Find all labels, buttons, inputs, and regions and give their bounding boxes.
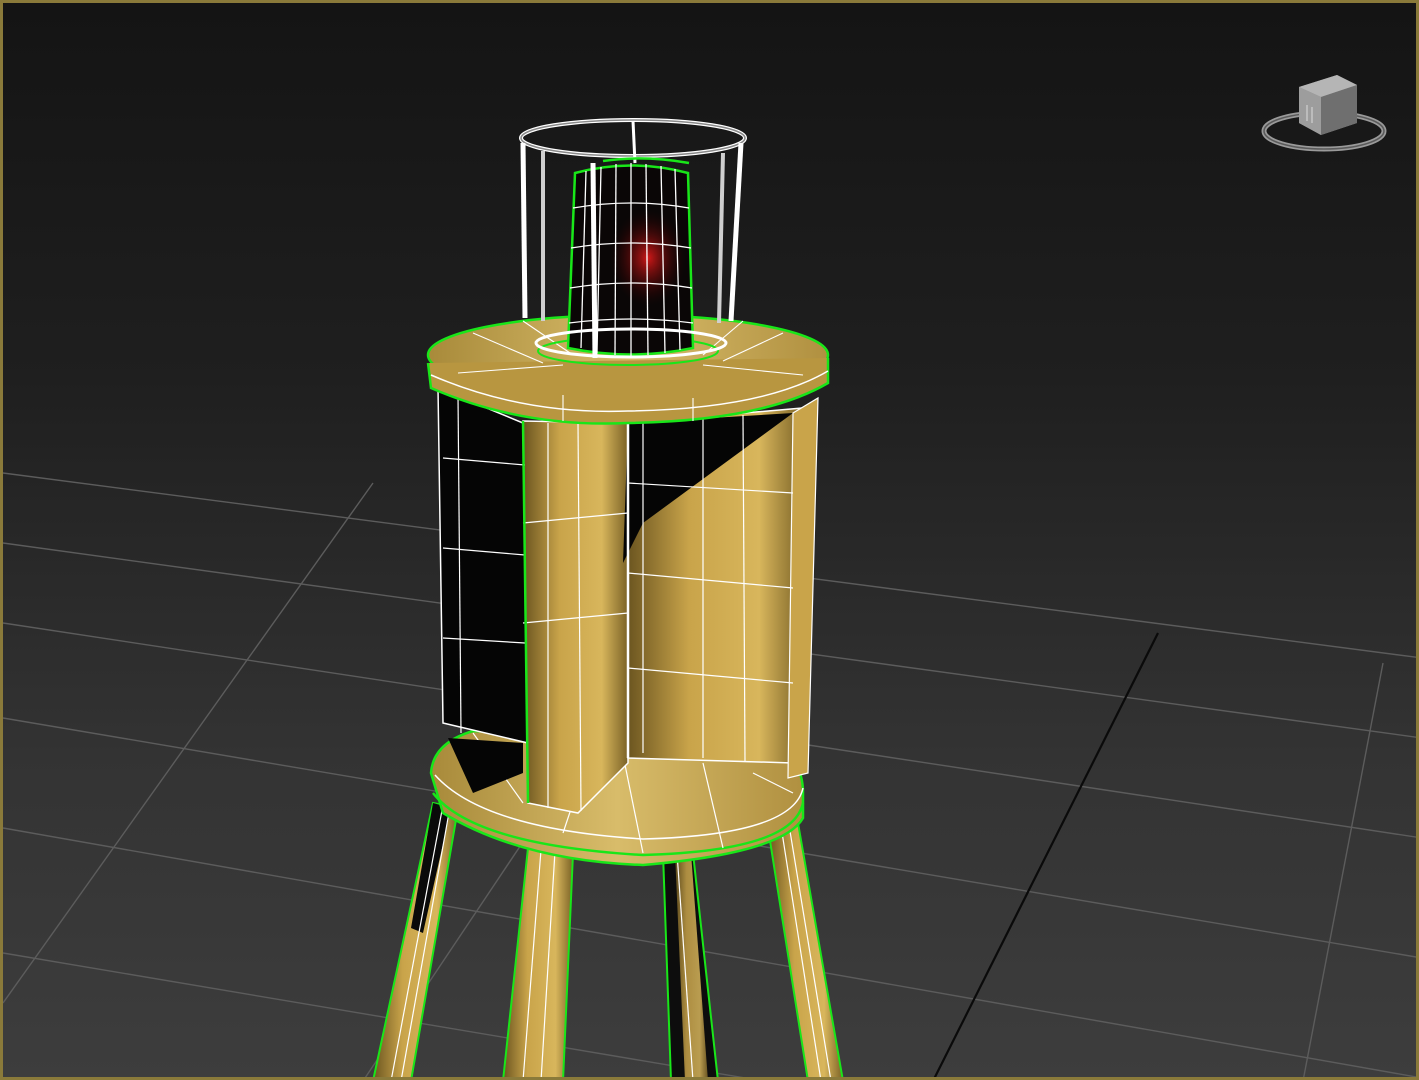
back-leg (661, 852, 719, 1077)
scene-canvas[interactable] (3, 3, 1419, 1080)
left-leg (372, 801, 460, 1077)
lamp-globe (566, 163, 695, 356)
viewcube-icon[interactable] (1259, 65, 1389, 157)
grid-axis-line (933, 632, 1159, 1077)
front-leg (502, 846, 575, 1077)
perspective-viewport[interactable] (0, 0, 1419, 1080)
right-leg (766, 821, 844, 1077)
